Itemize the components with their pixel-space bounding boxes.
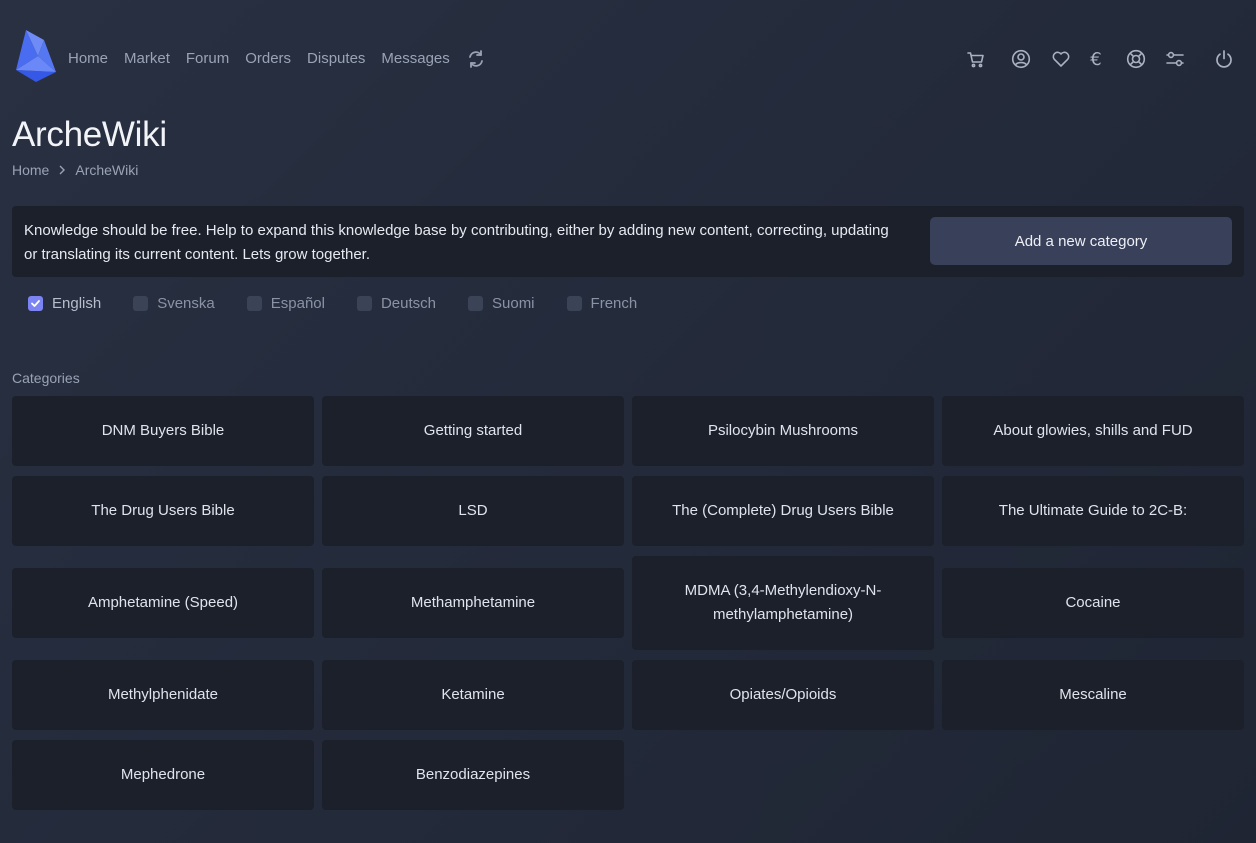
lang-label: French	[590, 295, 638, 312]
power-icon[interactable]	[1212, 47, 1236, 71]
category-card[interactable]: The Drug Users Bible	[12, 476, 314, 546]
checkbox-checked[interactable]	[28, 296, 43, 311]
category-card[interactable]: Methamphetamine	[322, 568, 624, 638]
checkbox[interactable]	[468, 296, 483, 311]
category-card[interactable]: Ketamine	[322, 660, 624, 730]
chevron-right-icon	[59, 165, 66, 175]
breadcrumb-current: ArcheWiki	[75, 162, 139, 178]
lifebuoy-icon[interactable]	[1124, 47, 1148, 71]
category-card[interactable]: Psilocybin Mushrooms	[632, 396, 934, 466]
top-navbar: Home Market Forum Orders Disputes Messag…	[0, 0, 1256, 118]
checkbox[interactable]	[356, 296, 372, 311]
lang-label: Suomi	[492, 295, 535, 312]
info-banner: Knowledge should be free. Help to expand…	[12, 206, 1244, 277]
account-toolbar: €	[0, 47, 1256, 71]
cart-icon[interactable]	[964, 47, 988, 71]
page-title: ArcheWiki	[12, 115, 167, 154]
lang-english[interactable]: English	[28, 295, 101, 312]
lang-label: Svenska	[157, 295, 215, 312]
check-icon	[31, 300, 40, 307]
category-card[interactable]: Methylphenidate	[12, 660, 314, 730]
checkbox[interactable]	[246, 296, 262, 311]
category-card[interactable]: MDMA (3,4-Methylendioxy-N-methylamphetam…	[632, 556, 934, 650]
lang-deutsch[interactable]: Deutsch	[356, 295, 436, 312]
category-card[interactable]: DNM Buyers Bible	[12, 396, 314, 466]
category-card[interactable]: Cocaine	[942, 568, 1244, 638]
category-card[interactable]: Opiates/Opioids	[632, 660, 934, 730]
lang-french[interactable]: French	[566, 295, 638, 312]
category-card[interactable]: Amphetamine (Speed)	[12, 568, 314, 638]
lang-label: Deutsch	[380, 295, 436, 312]
user-icon[interactable]	[1009, 47, 1033, 71]
lang-label: Español	[270, 295, 325, 312]
category-card[interactable]: The (Complete) Drug Users Bible	[632, 476, 934, 546]
info-text: Knowledge should be free. Help to expand…	[24, 222, 889, 263]
breadcrumb: Home ArcheWiki	[12, 162, 138, 178]
category-card[interactable]: Benzodiazepines	[322, 740, 624, 810]
category-card[interactable]: Mephedrone	[12, 740, 314, 810]
category-card[interactable]: Mescaline	[942, 660, 1244, 730]
category-card[interactable]: LSD	[322, 476, 624, 546]
language-filter: English Svenska Español Deutsch Suomi Fr…	[28, 295, 669, 312]
checkbox[interactable]	[133, 296, 149, 311]
lang-suomi[interactable]: Suomi	[468, 295, 535, 312]
category-card[interactable]: About glowies, shills and FUD	[942, 396, 1244, 466]
lang-label: English	[52, 295, 102, 312]
breadcrumb-home[interactable]: Home	[12, 162, 49, 178]
category-card[interactable]: The Ultimate Guide to 2C-B:	[942, 476, 1244, 546]
categories-heading: Categories	[12, 370, 80, 386]
add-category-button[interactable]: Add a new category	[930, 217, 1232, 265]
euro-icon[interactable]: €	[1084, 47, 1108, 71]
lang-espanol[interactable]: Español	[246, 295, 325, 312]
category-card[interactable]: Getting started	[322, 396, 624, 466]
lang-svenska[interactable]: Svenska	[133, 295, 215, 312]
sliders-icon[interactable]	[1163, 47, 1187, 71]
heart-icon[interactable]	[1049, 47, 1073, 71]
checkbox[interactable]	[566, 296, 582, 311]
